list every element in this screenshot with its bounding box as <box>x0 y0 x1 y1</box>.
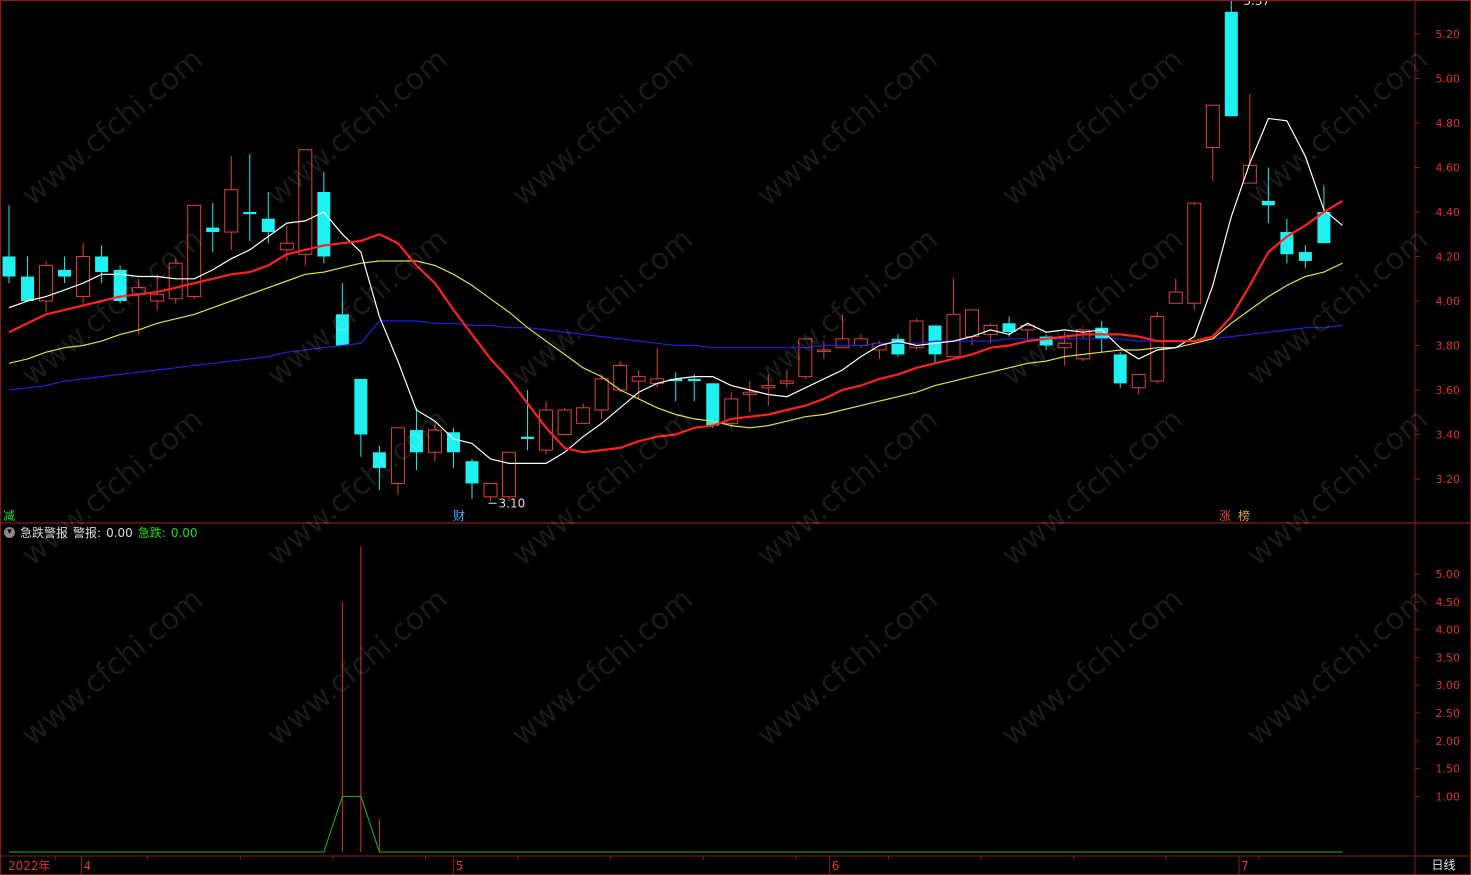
candle-body-down <box>409 430 423 453</box>
time-year-label: 2022年 <box>8 859 51 873</box>
candle-body-down <box>706 383 720 426</box>
event-badge-rank[interactable]: 榜 <box>1238 508 1250 523</box>
indicator-tick-label: 1.00 <box>1436 790 1461 803</box>
candle-body-down <box>1298 252 1312 261</box>
event-badge-rise[interactable]: 涨 <box>1219 508 1231 523</box>
price-tick-label: 5.20 <box>1436 28 1461 41</box>
candle-body-down <box>1261 200 1275 206</box>
indicator-tick-label: 3.00 <box>1436 679 1461 692</box>
month-label: 5 <box>456 859 464 873</box>
price-tick-label: 3.20 <box>1436 473 1461 486</box>
indicator-field1-value: 0.00 <box>106 525 133 540</box>
low-marker-label: 3.10 <box>499 496 526 510</box>
indicator-field2-value: 0.00 <box>170 525 198 540</box>
candle-body-down <box>58 269 72 277</box>
indicator-field1-label: 警报: <box>73 526 102 540</box>
stock-chart[interactable]: 5.37 3.10 减 财 涨榜 5.20 5.00 4.80 4.60 4.40 4.20 4.0… <box>0 0 1471 875</box>
price-tick-label: 4.60 <box>1436 162 1461 175</box>
month-label: 4 <box>83 859 91 873</box>
indicator-tick-label: 5.00 <box>1436 568 1461 581</box>
candle-body-down <box>521 436 535 439</box>
candle[interactable] <box>1113 352 1127 388</box>
candle-body-down <box>21 276 35 301</box>
high-marker-label: 5.37 <box>1243 0 1270 8</box>
frequency-button[interactable]: 日线 <box>1416 856 1471 875</box>
indicator-tick-label: 2.50 <box>1436 707 1461 720</box>
candle-body-down <box>372 452 386 468</box>
candle-body-down <box>465 461 479 484</box>
month-label: 7 <box>1241 859 1249 873</box>
indicator-name: 急跌警报 <box>20 526 69 540</box>
candle-body-down <box>1224 11 1238 117</box>
candle-body-down <box>354 378 368 435</box>
indicator-tick-label: 2.00 <box>1436 735 1461 748</box>
candle-body-down <box>687 378 701 382</box>
event-badge-finance[interactable]: 财 <box>453 509 465 523</box>
candle-body-down <box>335 314 349 346</box>
candle-body-down <box>928 325 942 355</box>
chart-background <box>0 0 1471 875</box>
candle-body-down <box>261 218 275 233</box>
indicator-header: ▾ 急跌警报 警报: 0.00 急跌: 0.00 <box>4 524 198 541</box>
candle-body-down <box>243 212 257 215</box>
candle-body-down <box>206 227 220 233</box>
price-tick-label: 3.80 <box>1436 340 1461 353</box>
candle[interactable] <box>1224 0 1238 117</box>
price-tick-label: 3.40 <box>1436 429 1461 442</box>
candle-body-down <box>2 256 16 277</box>
indicator-tick-label: 4.00 <box>1436 624 1461 637</box>
price-tick-label: 4.20 <box>1436 251 1461 264</box>
candle-body-down <box>1113 354 1127 384</box>
price-tick-label: 4.40 <box>1436 206 1461 219</box>
indicator-toggle-icon[interactable]: ▾ <box>4 527 15 538</box>
price-tick-label: 3.60 <box>1436 384 1461 397</box>
month-label: 6 <box>832 859 840 873</box>
candle-body-down <box>1317 212 1331 244</box>
candle-body-down <box>95 256 109 273</box>
price-tick-label: 4.80 <box>1436 117 1461 130</box>
indicator-tick-label: 4.50 <box>1436 596 1461 609</box>
price-tick-label: 5.00 <box>1436 73 1461 86</box>
indicator-field2-label: 急跌: <box>137 526 166 540</box>
price-tick-label: 4.00 <box>1436 295 1461 308</box>
candle-body-down <box>1002 323 1016 333</box>
event-badge-reduce[interactable]: 减 <box>3 509 15 523</box>
indicator-tick-label: 3.50 <box>1436 651 1461 664</box>
indicator-tick-label: 1.50 <box>1436 763 1461 776</box>
